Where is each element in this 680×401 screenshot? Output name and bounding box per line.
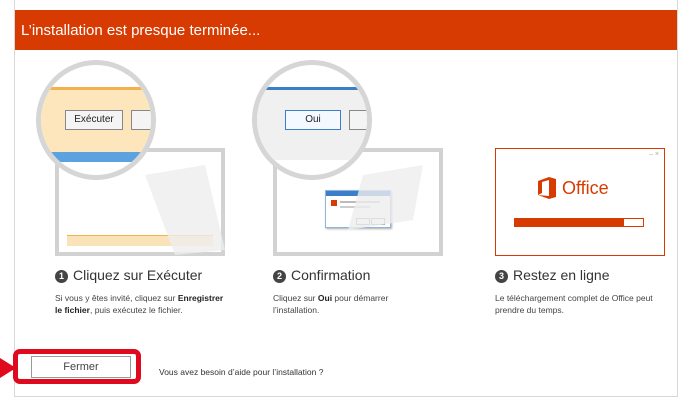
splash-window-controls: – ×: [649, 151, 659, 158]
office-splash: – × Office: [495, 148, 665, 256]
step-1-title: 1 Cliquez sur Exécuter: [55, 267, 202, 283]
zoom-lens-1: Exécuter: [36, 60, 156, 180]
step-2-description: Cliquez sur Oui pour démarrer l’installa…: [273, 293, 389, 315]
step-2-title: 2 Confirmation: [273, 267, 370, 283]
office-logo-text: Office: [562, 178, 609, 198]
step-3-number: 3: [495, 270, 508, 283]
splash-progress-track: [514, 218, 644, 227]
step-3-title: 3 Restez en ligne: [495, 267, 610, 283]
install-dialog: L’installation est presque terminée... E…: [14, 0, 678, 397]
step-3-description: Le téléchargement complet de Office peut…: [495, 293, 653, 315]
close-button-highlight: [13, 349, 141, 384]
step-1-description: Si vous y êtes invité, cliquez sur Enreg…: [55, 293, 224, 315]
step-2-number: 2: [273, 270, 286, 283]
zoom-run-button: Exécuter: [65, 110, 123, 130]
splash-progress-fill: [515, 219, 624, 226]
help-link[interactable]: Vous avez besoin d’aide pour l’installat…: [159, 367, 323, 377]
step-1-number: 1: [55, 270, 68, 283]
window-title: L’installation est presque terminée...: [21, 22, 261, 39]
zoom-lens-2: Oui: [252, 60, 372, 180]
title-bar: L’installation est presque terminée...: [15, 10, 677, 50]
office-logo-icon: [538, 177, 556, 204]
zoom-yes-button: Oui: [285, 110, 341, 130]
